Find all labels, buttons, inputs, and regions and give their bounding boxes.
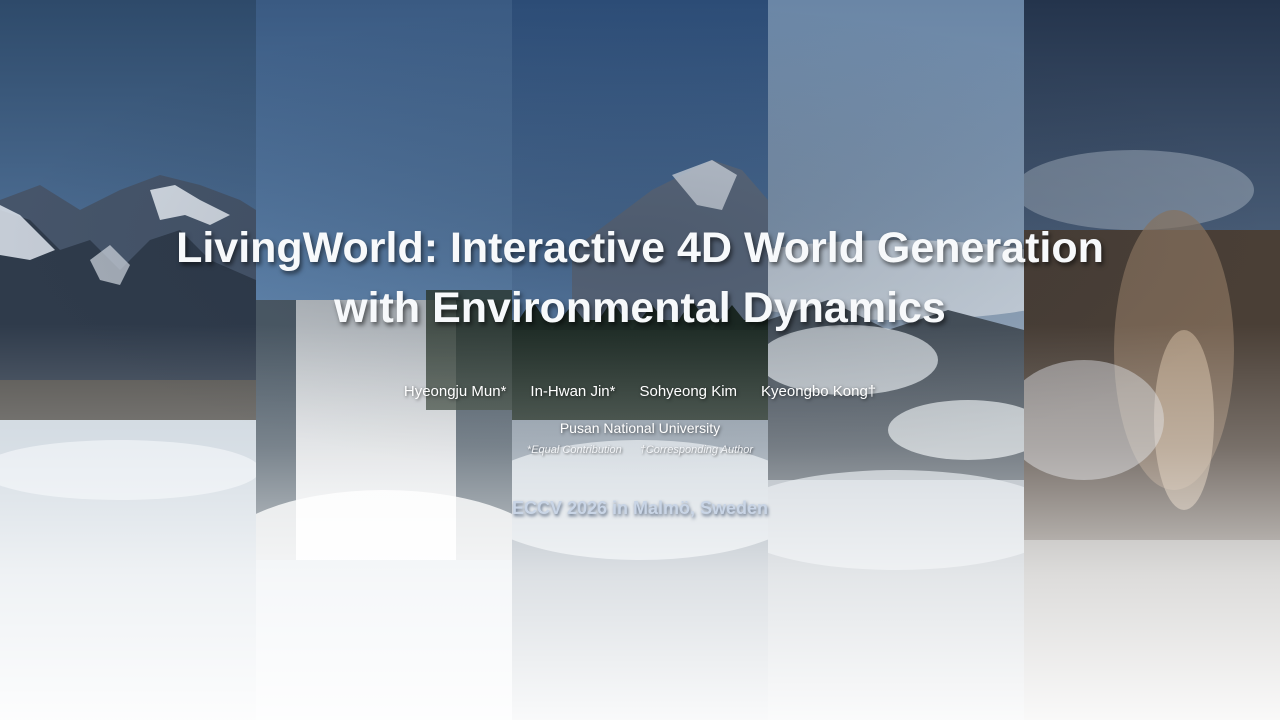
paper-title-line-2: with Environmental Dynamics (334, 284, 946, 332)
corresponding-author-note: †Corresponding Author (639, 444, 754, 456)
background-panel-smoke (1024, 0, 1280, 720)
background-panel-forest (512, 0, 768, 720)
background-panel-waterfall (256, 0, 512, 720)
affiliation: Pusan National University (559, 420, 721, 436)
hero-banner: LivingWorld: Interactive 4D World Genera… (0, 0, 1280, 720)
conference-venue: ECCV 2026 in Malmö, Sweden (511, 498, 769, 518)
author-notes: *Equal Contribution †Corresponding Autho… (0, 444, 1280, 456)
author-name: Kyeongbo Kong† (761, 383, 877, 400)
author-name: Hyeongju Mun* (403, 383, 507, 400)
equal-contribution-note: *Equal Contribution (526, 444, 622, 456)
background-panel-misty-valley (768, 0, 1024, 720)
background-panel-mountains (0, 0, 256, 720)
author-name: In-Hwan Jin* (530, 383, 616, 400)
paper-title: LivingWorld: Interactive 4D World Genera… (60, 218, 1220, 338)
background-panels (0, 0, 1280, 720)
author-list: Hyeongju Mun* In-Hwan Jin* Sohyeong Kim … (0, 383, 1280, 400)
paper-title-line-1: LivingWorld: Interactive 4D World Genera… (176, 224, 1104, 272)
author-name: Sohyeong Kim (639, 383, 738, 400)
